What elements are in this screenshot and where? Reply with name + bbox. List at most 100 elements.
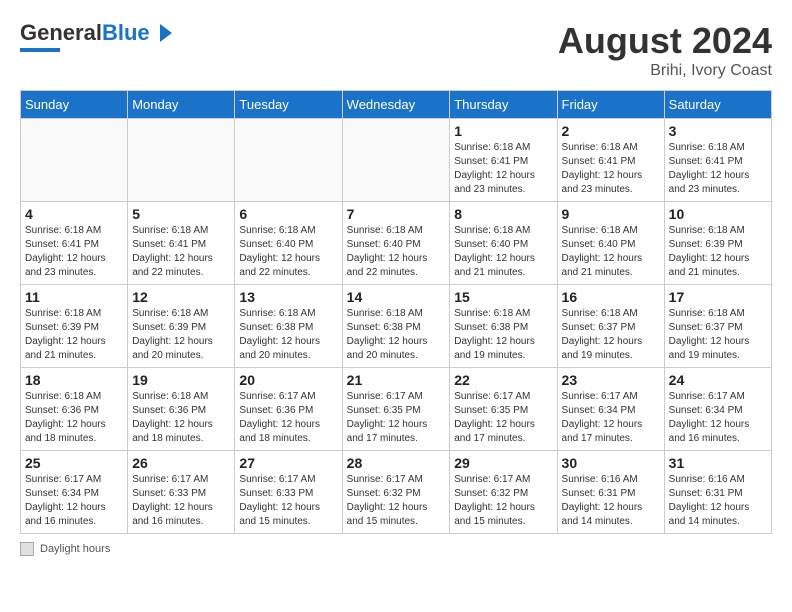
weekday-header-thursday: Thursday — [450, 91, 557, 119]
day-info: Sunrise: 6:18 AM Sunset: 6:38 PM Dayligh… — [239, 307, 337, 363]
day-info: Sunrise: 6:17 AM Sunset: 6:32 PM Dayligh… — [454, 473, 552, 529]
day-number: 13 — [239, 289, 337, 305]
day-info: Sunrise: 6:17 AM Sunset: 6:33 PM Dayligh… — [132, 473, 230, 529]
calendar-cell — [235, 119, 342, 202]
day-info: Sunrise: 6:17 AM Sunset: 6:36 PM Dayligh… — [239, 390, 337, 446]
day-number: 4 — [25, 206, 123, 222]
weekday-header-sunday: Sunday — [21, 91, 128, 119]
footer: Daylight hours — [20, 542, 772, 556]
day-info: Sunrise: 6:18 AM Sunset: 6:40 PM Dayligh… — [347, 224, 446, 280]
day-info: Sunrise: 6:17 AM Sunset: 6:34 PM Dayligh… — [669, 390, 767, 446]
calendar-cell: 16 Sunrise: 6:18 AM Sunset: 6:37 PM Dayli… — [557, 285, 664, 368]
calendar-cell: 1 Sunrise: 6:18 AM Sunset: 6:41 PM Daylig… — [450, 119, 557, 202]
day-number: 7 — [347, 206, 446, 222]
calendar-cell: 12 Sunrise: 6:18 AM Sunset: 6:39 PM Dayli… — [128, 285, 235, 368]
calendar-cell: 20Sunrise: 6:17 AM Sunset: 6:36 PM Dayli… — [235, 368, 342, 451]
day-info: Sunrise: 6:18 AM Sunset: 6:41 PM Dayligh… — [562, 141, 660, 197]
month-title: August 2024 — [558, 20, 772, 62]
day-info: Sunrise: 6:18 AM Sunset: 6:37 PM Dayligh… — [562, 307, 660, 363]
day-info: Sunrise: 6:17 AM Sunset: 6:34 PM Dayligh… — [25, 473, 123, 529]
week-row-4: 25 Sunrise: 6:17 AM Sunset: 6:34 PM Dayli… — [21, 451, 772, 534]
day-info: Sunrise: 6:18 AM Sunset: 6:37 PM Dayligh… — [669, 307, 767, 363]
day-info: Sunrise: 6:18 AM Sunset: 6:36 PM Dayligh… — [25, 390, 123, 446]
logo: General Blue — [20, 20, 174, 52]
calendar-cell: 27Sunrise: 6:17 AM Sunset: 6:33 PM Dayli… — [235, 451, 342, 534]
day-number: 6 — [239, 206, 337, 222]
calendar-cell: 21 Sunrise: 6:17 AM Sunset: 6:35 PM Dayli… — [342, 368, 450, 451]
day-number: 21 — [347, 372, 446, 388]
calendar-cell: 24 Sunrise: 6:17 AM Sunset: 6:34 PM Dayli… — [664, 368, 771, 451]
calendar-cell — [128, 119, 235, 202]
calendar-table: SundayMondayTuesdayWednesdayThursdayFrid… — [20, 90, 772, 534]
calendar-cell: 3Sunrise: 6:18 AM Sunset: 6:41 PM Daylig… — [664, 119, 771, 202]
day-info: Sunrise: 6:18 AM Sunset: 6:41 PM Dayligh… — [669, 141, 767, 197]
day-info: Sunrise: 6:18 AM Sunset: 6:41 PM Dayligh… — [132, 224, 230, 280]
calendar-cell: 18 Sunrise: 6:18 AM Sunset: 6:36 PM Dayli… — [21, 368, 128, 451]
day-number: 26 — [132, 455, 230, 471]
day-number: 2 — [562, 123, 660, 139]
calendar-cell: 10Sunrise: 6:18 AM Sunset: 6:39 PM Dayli… — [664, 202, 771, 285]
footer-box — [20, 542, 34, 556]
calendar-cell — [342, 119, 450, 202]
calendar-cell: 2 Sunrise: 6:18 AM Sunset: 6:41 PM Daylig… — [557, 119, 664, 202]
calendar-cell: 26 Sunrise: 6:17 AM Sunset: 6:33 PM Dayli… — [128, 451, 235, 534]
day-info: Sunrise: 6:18 AM Sunset: 6:36 PM Dayligh… — [132, 390, 230, 446]
day-number: 24 — [669, 372, 767, 388]
day-number: 30 — [562, 455, 660, 471]
logo-general: General — [20, 20, 102, 46]
calendar-cell: 8Sunrise: 6:18 AM Sunset: 6:40 PM Daylig… — [450, 202, 557, 285]
calendar-cell: 25 Sunrise: 6:17 AM Sunset: 6:34 PM Dayli… — [21, 451, 128, 534]
calendar-cell: 22 Sunrise: 6:17 AM Sunset: 6:35 PM Dayli… — [450, 368, 557, 451]
day-info: Sunrise: 6:18 AM Sunset: 6:38 PM Dayligh… — [454, 307, 552, 363]
day-number: 8 — [454, 206, 552, 222]
day-number: 14 — [347, 289, 446, 305]
calendar-cell: 28Sunrise: 6:17 AM Sunset: 6:32 PM Dayli… — [342, 451, 450, 534]
location: Brihi, Ivory Coast — [558, 62, 772, 80]
day-info: Sunrise: 6:17 AM Sunset: 6:35 PM Dayligh… — [347, 390, 446, 446]
day-info: Sunrise: 6:18 AM Sunset: 6:39 PM Dayligh… — [25, 307, 123, 363]
day-number: 31 — [669, 455, 767, 471]
day-number: 27 — [239, 455, 337, 471]
day-number: 16 — [562, 289, 660, 305]
day-info: Sunrise: 6:16 AM Sunset: 6:31 PM Dayligh… — [669, 473, 767, 529]
calendar-cell: 13 Sunrise: 6:18 AM Sunset: 6:38 PM Dayli… — [235, 285, 342, 368]
weekday-header-row: SundayMondayTuesdayWednesdayThursdayFrid… — [21, 91, 772, 119]
day-number: 23 — [562, 372, 660, 388]
day-info: Sunrise: 6:18 AM Sunset: 6:38 PM Dayligh… — [347, 307, 446, 363]
calendar-cell: 29 Sunrise: 6:17 AM Sunset: 6:32 PM Dayli… — [450, 451, 557, 534]
day-info: Sunrise: 6:18 AM Sunset: 6:39 PM Dayligh… — [132, 307, 230, 363]
day-number: 29 — [454, 455, 552, 471]
day-info: Sunrise: 6:16 AM Sunset: 6:31 PM Dayligh… — [562, 473, 660, 529]
day-number: 25 — [25, 455, 123, 471]
day-number: 12 — [132, 289, 230, 305]
day-number: 17 — [669, 289, 767, 305]
week-row-3: 18 Sunrise: 6:18 AM Sunset: 6:36 PM Dayli… — [21, 368, 772, 451]
calendar-cell — [21, 119, 128, 202]
day-number: 19 — [132, 372, 230, 388]
day-info: Sunrise: 6:18 AM Sunset: 6:40 PM Dayligh… — [239, 224, 337, 280]
day-info: Sunrise: 6:17 AM Sunset: 6:35 PM Dayligh… — [454, 390, 552, 446]
weekday-header-wednesday: Wednesday — [342, 91, 450, 119]
calendar-cell: 19 Sunrise: 6:18 AM Sunset: 6:36 PM Dayli… — [128, 368, 235, 451]
calendar-cell: 14 Sunrise: 6:18 AM Sunset: 6:38 PM Dayli… — [342, 285, 450, 368]
weekday-header-tuesday: Tuesday — [235, 91, 342, 119]
logo-underline — [20, 48, 60, 52]
calendar-cell: 4 Sunrise: 6:18 AM Sunset: 6:41 PM Daylig… — [21, 202, 128, 285]
calendar-cell: 7 Sunrise: 6:18 AM Sunset: 6:40 PM Daylig… — [342, 202, 450, 285]
calendar-cell: 31 Sunrise: 6:16 AM Sunset: 6:31 PM Dayli… — [664, 451, 771, 534]
footer-label: Daylight hours — [40, 543, 110, 555]
calendar-cell: 5Sunrise: 6:18 AM Sunset: 6:41 PM Daylig… — [128, 202, 235, 285]
day-number: 10 — [669, 206, 767, 222]
calendar-cell: 11Sunrise: 6:18 AM Sunset: 6:39 PM Dayli… — [21, 285, 128, 368]
calendar-cell: 15Sunrise: 6:18 AM Sunset: 6:38 PM Dayli… — [450, 285, 557, 368]
calendar-cell: 6 Sunrise: 6:18 AM Sunset: 6:40 PM Daylig… — [235, 202, 342, 285]
calendar-cell: 17 Sunrise: 6:18 AM Sunset: 6:37 PM Dayli… — [664, 285, 771, 368]
day-info: Sunrise: 6:17 AM Sunset: 6:32 PM Dayligh… — [347, 473, 446, 529]
day-number: 22 — [454, 372, 552, 388]
day-number: 18 — [25, 372, 123, 388]
weekday-header-saturday: Saturday — [664, 91, 771, 119]
day-info: Sunrise: 6:18 AM Sunset: 6:41 PM Dayligh… — [25, 224, 123, 280]
weekday-header-monday: Monday — [128, 91, 235, 119]
day-info: Sunrise: 6:18 AM Sunset: 6:41 PM Dayligh… — [454, 141, 552, 197]
day-number: 1 — [454, 123, 552, 139]
